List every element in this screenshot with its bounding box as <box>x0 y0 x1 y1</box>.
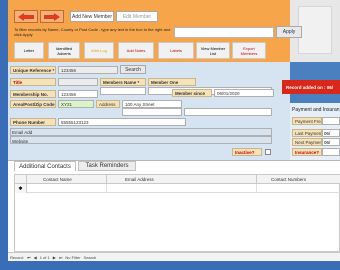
record-added-banner: Record added on : 06/ <box>282 80 340 94</box>
membership-no-label: Membership No. <box>10 90 56 98</box>
logo-placeholder <box>298 6 332 54</box>
previous-record-icon[interactable]: ◀ <box>34 255 37 260</box>
members-name-label: Members Name * <box>100 78 146 86</box>
inactive-label: Inactive? <box>232 148 262 156</box>
identified-adverts-button[interactable]: Identified Adverts <box>48 42 80 59</box>
website-input[interactable] <box>10 136 272 144</box>
insurance-label: Insurance? <box>292 148 322 156</box>
insurance-input[interactable] <box>322 148 340 156</box>
title-select[interactable] <box>58 78 98 86</box>
previous-record-button[interactable] <box>14 10 38 23</box>
payment-frequency-input[interactable] <box>322 117 340 125</box>
payment-title: Payment and Insuran <box>292 107 340 113</box>
tab-additional-contacts[interactable]: Additional Contacts <box>14 161 76 171</box>
contact-numbers-cell[interactable] <box>257 184 340 193</box>
membership-no-input[interactable]: 123456 <box>58 90 98 98</box>
edit-member-button[interactable]: Edit Member <box>116 11 158 22</box>
record-navigator: Record: ⏮ ◀ 1 of 1 ▶ ⏭ No Filter Search <box>8 252 340 261</box>
filter-input[interactable] <box>174 27 274 38</box>
bottom-border <box>0 261 340 270</box>
tab-task-reminders[interactable]: Task Reminders <box>78 161 136 171</box>
last-payment-input[interactable]: 06/ <box>322 129 340 137</box>
unique-reference-label: Unique Reference * <box>10 66 56 74</box>
left-border <box>0 0 8 270</box>
column-contact-numbers[interactable]: Contact Numbers <box>257 175 340 184</box>
next-record-icon[interactable]: ▶ <box>53 255 56 260</box>
new-row-selector[interactable]: ✱ <box>15 184 27 193</box>
record-position[interactable]: 1 of 1 <box>40 255 50 260</box>
apply-button[interactable]: Apply <box>276 26 302 38</box>
email-input[interactable] <box>10 128 272 136</box>
payment-frequency-label: Payment Frequency: <box>292 117 322 125</box>
address-line-1[interactable]: 100 Any Street <box>122 100 182 108</box>
address-line-2[interactable] <box>122 108 182 116</box>
navigator-search[interactable]: Search <box>84 255 97 260</box>
payment-panel: Payment and Insuran Payment Frequency: L… <box>290 103 340 163</box>
contacts-grid: Contact Name Email Address Contact Numbe… <box>14 174 340 252</box>
area-post-zip-input[interactable]: XY21 <box>58 100 94 108</box>
inactive-checkbox[interactable] <box>265 149 271 155</box>
title-label: Title <box>10 78 56 86</box>
last-payment-label: Last Payment: <box>292 129 322 137</box>
table-row[interactable]: ✱ <box>15 184 340 193</box>
next-payment-input[interactable]: 06/ <box>322 138 340 146</box>
add-notes-button[interactable]: Add Notes <box>118 42 154 59</box>
contact-name-cell[interactable] <box>27 184 107 193</box>
address-label: Address <box>96 100 120 108</box>
next-payment-label: Next Payment: <box>292 138 322 146</box>
member-since-label: Member since <box>172 89 212 97</box>
email-address-cell[interactable] <box>107 184 257 193</box>
unique-reference-input[interactable]: 123456 <box>58 66 118 74</box>
letter-button[interactable]: Letter <box>14 42 44 59</box>
address-line-3[interactable] <box>184 108 272 116</box>
member-since-input[interactable]: 06/01/2020 <box>214 89 274 97</box>
arrow-right-icon <box>44 12 60 21</box>
grid-corner <box>15 175 27 184</box>
column-contact-name[interactable]: Contact Name <box>27 175 107 184</box>
next-record-button[interactable] <box>40 10 64 23</box>
member-one-label: Member One <box>148 78 196 86</box>
phone-number-label: Phone Number <box>10 118 56 126</box>
export-members-button[interactable]: Export Members <box>232 42 266 59</box>
phone-number-input[interactable]: 55555123123 <box>58 118 186 126</box>
first-record-icon[interactable]: ⏮ <box>27 255 31 260</box>
arrow-left-icon <box>18 12 34 21</box>
filter-hint: To filter records by Name, County or Pos… <box>14 27 171 37</box>
filter-state[interactable]: No Filter <box>65 255 80 260</box>
view-member-list-button[interactable]: View Member List <box>196 42 230 59</box>
last-record-icon[interactable]: ⏭ <box>59 255 63 260</box>
labels-button[interactable]: Labels <box>158 42 194 59</box>
add-new-member-button[interactable]: Add New Member <box>70 11 114 22</box>
record-label: Record: <box>10 254 25 260</box>
area-post-zip-label: Area/Post/Zip Code <box>10 100 56 108</box>
column-email-address[interactable]: Email Address <box>107 175 257 184</box>
first-name-input[interactable] <box>100 87 146 95</box>
search-button[interactable]: Search <box>120 65 146 74</box>
web-log-button[interactable]: Web Log <box>84 42 114 59</box>
grid-header: Contact Name Email Address Contact Numbe… <box>15 175 340 184</box>
